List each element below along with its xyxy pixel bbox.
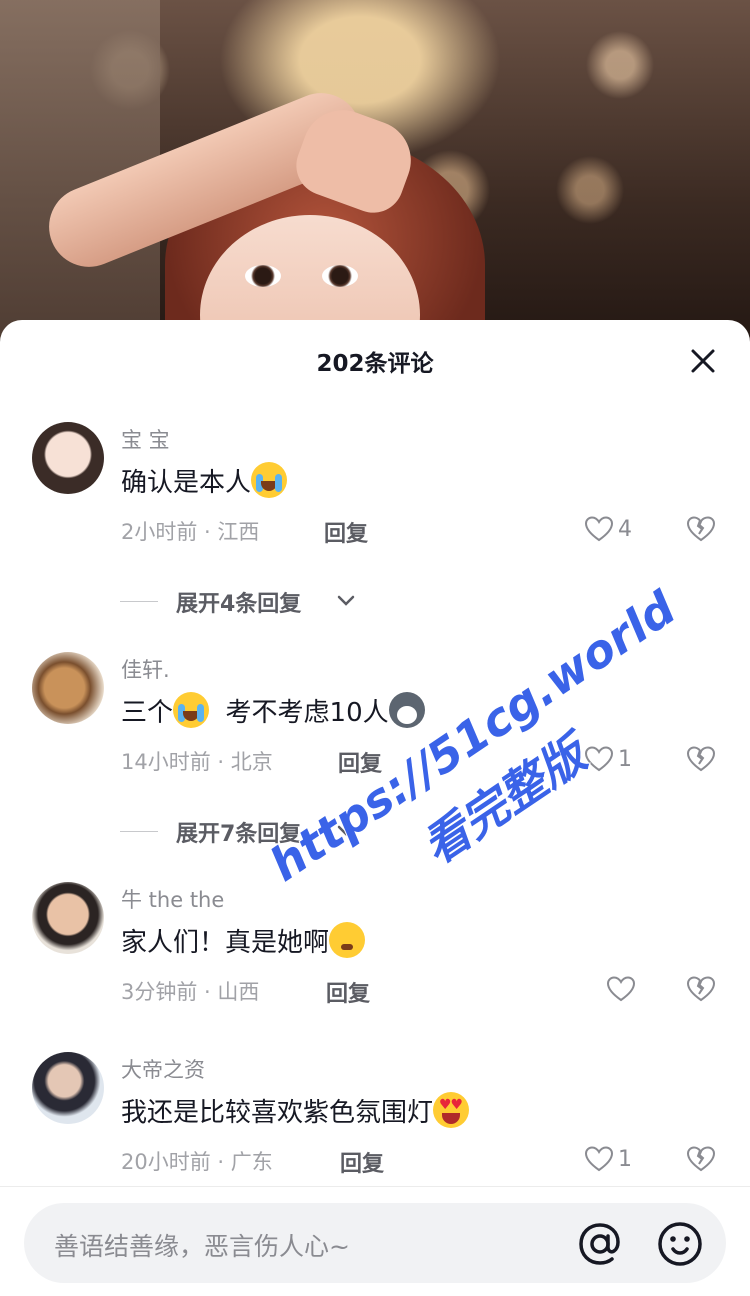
dislike-button[interactable]: [686, 514, 716, 544]
close-button[interactable]: [690, 348, 716, 374]
like-button[interactable]: [606, 974, 640, 1004]
like-button[interactable]: 1: [584, 744, 632, 774]
comment-username[interactable]: 宝 宝: [121, 424, 170, 454]
heart-icon: [606, 976, 636, 1002]
heart-eyes-emoji: [433, 1092, 470, 1128]
video-background-photo: [0, 0, 750, 340]
reply-button[interactable]: 回复: [326, 976, 370, 1008]
comment-input[interactable]: 善语结善缘，恶言伤人心~: [24, 1203, 726, 1283]
comment-time-location: 3分钟前 · 山西: [121, 980, 260, 1004]
avatar[interactable]: [32, 422, 104, 494]
comment-item: 佳轩. 三个 考不考虑10人 14小时前 · 北京 回复 1: [0, 652, 750, 792]
comment-time-location: 2小时前 · 江西: [121, 520, 260, 544]
broken-heart-icon: [686, 746, 716, 772]
chevron-down-icon: [337, 825, 355, 836]
photo-eye-left: [245, 265, 281, 287]
comment-text-content: 家人们！真是她啊: [121, 928, 330, 958]
reply-button[interactable]: 回复: [338, 746, 382, 778]
comment-username[interactable]: 佳轩.: [121, 654, 170, 684]
like-count: 4: [618, 516, 632, 542]
broken-heart-icon: [686, 1146, 716, 1172]
comment-text-content-2: 考不考虑10人: [225, 698, 389, 728]
dislike-button[interactable]: [686, 744, 716, 774]
comment-text-content: 我还是比较喜欢紫色氛围灯: [121, 1098, 434, 1128]
comment-count-title: 202条评论: [316, 351, 434, 377]
smiley-icon: [658, 1222, 702, 1266]
comment-username[interactable]: 牛 the the: [121, 884, 224, 914]
mention-button[interactable]: [576, 1220, 624, 1268]
comment-time-location: 20小时前 · 广东: [121, 1150, 273, 1174]
dislike-button[interactable]: [686, 974, 716, 1004]
comment-item: 宝 宝 确认是本人 2小时前 · 江西 回复 4: [0, 422, 750, 562]
expand-replies-label: 展开4条回复: [176, 592, 302, 617]
cry-laugh-emoji: [251, 462, 288, 498]
cry-laugh-emoji: [173, 692, 210, 728]
comment-text: 家人们！真是她啊: [121, 922, 366, 959]
divider-line: [120, 601, 158, 602]
like-button[interactable]: 1: [584, 1144, 632, 1174]
comment-time-location: 14小时前 · 北京: [121, 750, 273, 774]
chevron-down-icon: [337, 595, 355, 606]
comment-input-placeholder: 善语结善缘，恶言伤人心~: [54, 1232, 350, 1261]
comment-item: 牛 the the 家人们！真是她啊 3分钟前 · 山西 回复: [0, 882, 750, 1022]
dislike-button[interactable]: [686, 1144, 716, 1174]
close-icon: [691, 349, 715, 373]
reply-button[interactable]: 回复: [340, 1146, 384, 1178]
comment-input-bar: 善语结善缘，恶言伤人心~: [0, 1186, 750, 1296]
like-count: 1: [618, 1146, 632, 1172]
avatar[interactable]: [32, 652, 104, 724]
reply-button[interactable]: 回复: [324, 516, 368, 548]
comment-item: 大帝之资 我还是比较喜欢紫色氛围灯 20小时前 · 广东 回复 1: [0, 1052, 750, 1192]
expand-replies-label: 展开7条回复: [176, 822, 302, 847]
dog-emoji: [388, 692, 425, 728]
comment-text: 三个 考不考虑10人: [121, 692, 425, 729]
heart-icon: [584, 516, 614, 542]
divider-line: [120, 831, 158, 832]
sheet-header: 202条评论: [0, 320, 750, 400]
comment-sheet: 202条评论 宝 宝 确认是本人 2小时前 · 江西 回复 4 展开4条回复 佳…: [0, 320, 750, 1296]
comment-text: 我还是比较喜欢紫色氛围灯: [121, 1092, 470, 1129]
comment-text: 确认是本人: [121, 462, 288, 499]
photo-eye-right: [322, 265, 358, 287]
heart-icon: [584, 1146, 614, 1172]
at-sign-icon: [579, 1223, 620, 1265]
emoji-button[interactable]: [656, 1220, 704, 1268]
broken-heart-icon: [686, 516, 716, 542]
broken-heart-icon: [686, 976, 716, 1002]
expand-replies-button[interactable]: 展开4条回复: [0, 582, 750, 622]
comment-text-content: 确认是本人: [121, 468, 252, 498]
expand-replies-button[interactable]: 展开7条回复: [0, 812, 750, 852]
heart-icon: [584, 746, 614, 772]
like-count: 1: [618, 746, 632, 772]
avatar[interactable]: [32, 1052, 104, 1124]
comment-text-content: 三个: [121, 698, 174, 728]
pleading-emoji: [329, 922, 366, 958]
like-button[interactable]: 4: [584, 514, 632, 544]
comment-username[interactable]: 大帝之资: [121, 1054, 205, 1084]
avatar[interactable]: [32, 882, 104, 954]
